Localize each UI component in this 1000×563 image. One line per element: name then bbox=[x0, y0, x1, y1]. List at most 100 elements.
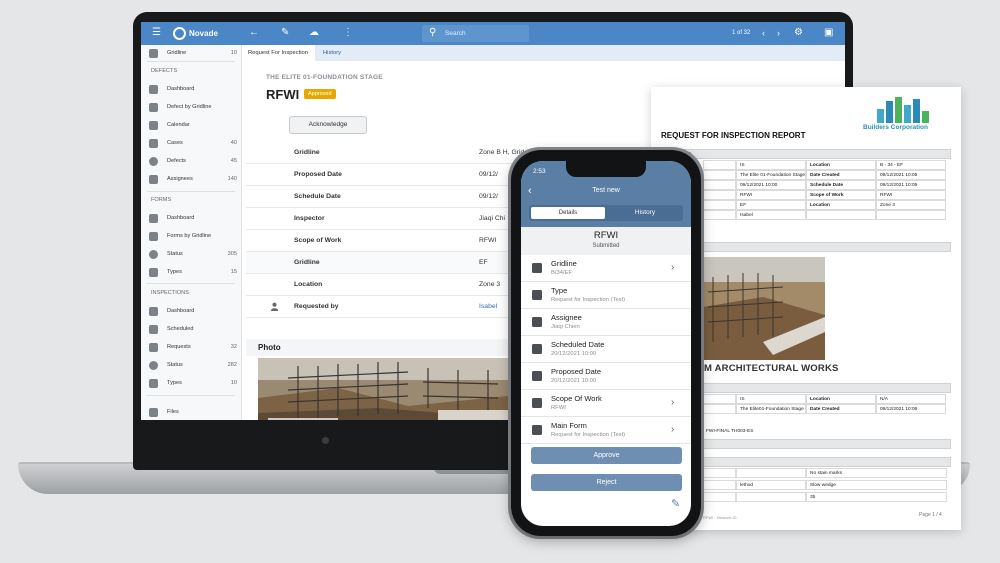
chevron-right-icon[interactable]: › bbox=[671, 262, 674, 273]
report-cell bbox=[703, 170, 736, 180]
segment-details[interactable]: Details bbox=[531, 207, 605, 219]
report-cell bbox=[703, 404, 736, 414]
sidebar-item-defects[interactable]: Defects 45 bbox=[149, 155, 237, 167]
field-value: 09/12/ bbox=[479, 171, 498, 178]
report-cell bbox=[703, 492, 736, 502]
report-cell: Scope of Work bbox=[806, 190, 876, 200]
sidebar-item-forms-types[interactable]: Types 15 bbox=[149, 266, 237, 278]
sidebar-item-label: Calendar bbox=[167, 122, 190, 128]
report-cell: Location bbox=[806, 160, 876, 170]
report-cell: The Elite 01-Foundation Stage bbox=[736, 170, 806, 180]
sidebar-item-count: 140 bbox=[227, 176, 237, 182]
segment-history[interactable]: History bbox=[609, 207, 681, 219]
sidebar-item-inspections-status[interactable]: Status 282 bbox=[149, 359, 237, 371]
back-arrow-icon[interactable]: ← bbox=[249, 26, 259, 40]
sidebar-item-assignees[interactable]: Assignees 140 bbox=[149, 173, 237, 185]
report-cell: The Elite01-Foundation Stage bbox=[736, 404, 806, 414]
calendar-icon bbox=[149, 324, 158, 334]
laptop-camera bbox=[322, 437, 329, 444]
stage-label: THE ELITE 01-FOUNDATION STAGE bbox=[266, 74, 383, 81]
sidebar-item-gridline[interactable]: Gridline 10 bbox=[149, 47, 237, 59]
report-page-number: Page 1 / 4 bbox=[919, 512, 942, 518]
phone-notch bbox=[566, 161, 646, 177]
sidebar-item-cases[interactable]: Cases 40 bbox=[149, 137, 237, 149]
sidebar-item-files[interactable]: Files bbox=[149, 406, 237, 418]
sidebar-item-requests[interactable]: Requests 32 bbox=[149, 341, 237, 353]
search-placeholder: Search bbox=[445, 30, 466, 37]
files-icon bbox=[149, 407, 158, 417]
chevron-right-icon[interactable]: › bbox=[671, 397, 674, 408]
dashboard-icon bbox=[149, 306, 158, 316]
sidebar-section-defects: DEFECTS bbox=[151, 68, 178, 74]
requested-by-link[interactable]: Isabel bbox=[479, 303, 497, 310]
gridline-icon bbox=[149, 48, 158, 58]
sidebar-item-label: Types bbox=[167, 380, 182, 386]
phone-field-row[interactable]: Gridline B/34/EF › bbox=[521, 255, 691, 282]
field-label: Inspector bbox=[294, 215, 325, 222]
phone-field-label: Gridline bbox=[551, 259, 577, 268]
report-cell: Zone 3 bbox=[876, 200, 946, 210]
phone-field-row: Proposed Date 20/12/2021 10:00 bbox=[521, 363, 691, 390]
dashboard-icon bbox=[149, 84, 158, 94]
acknowledge-button[interactable]: Acknowledge bbox=[289, 116, 367, 134]
report-section-header: ation bbox=[661, 383, 951, 393]
report-section-heading: M ARCHITECTURAL WORKS bbox=[704, 363, 839, 374]
sidebar-item-defect-by-gridline[interactable]: Defect by Gridline bbox=[149, 101, 237, 113]
phone-field-row[interactable]: Main Form Request for Inspection (Test) › bbox=[521, 417, 691, 444]
sidebar-item-defects-dashboard[interactable]: Dashboard bbox=[149, 83, 237, 95]
report-cell bbox=[876, 210, 946, 220]
chevron-left-icon[interactable]: ‹ bbox=[762, 26, 765, 40]
sidebar-item-count: 40 bbox=[230, 140, 237, 146]
tab-history[interactable]: History bbox=[317, 45, 347, 61]
assignee-icon bbox=[532, 317, 542, 327]
report-cell bbox=[703, 160, 736, 170]
sidebar-item-label: Status bbox=[167, 362, 183, 368]
app-topbar: ☰ Novade ← ✎ ☁ ⋮ ⚲ Search 1 of 32 ‹ › ⚙ … bbox=[141, 22, 845, 45]
more-vertical-icon[interactable]: ⋮ bbox=[343, 26, 353, 40]
phone-field-label: Proposed Date bbox=[551, 367, 602, 376]
sidebar-item-inspections-dashboard[interactable]: Dashboard bbox=[149, 305, 237, 317]
report-cell bbox=[703, 200, 736, 210]
sidebar-item-scheduled[interactable]: Scheduled bbox=[149, 323, 237, 335]
folder-icon bbox=[149, 138, 158, 148]
search-input[interactable]: ⚲ Search bbox=[422, 25, 529, 42]
tab-request-for-inspection[interactable]: Request For Inspection bbox=[242, 45, 315, 61]
sidebar-item-label: Dashboard bbox=[167, 215, 195, 221]
sidebar-item-forms-dashboard[interactable]: Dashboard bbox=[149, 212, 237, 224]
phone-nav-title: Test new bbox=[592, 187, 620, 194]
settings-gear-icon[interactable]: ⚙ bbox=[794, 26, 803, 40]
status-check-icon bbox=[149, 249, 158, 259]
edit-pencil-icon[interactable]: ✎ bbox=[281, 26, 289, 40]
sidebar-item-count: 10 bbox=[230, 50, 237, 56]
site-photo[interactable] bbox=[258, 358, 538, 420]
report-cell: 09/12/2021 10:05 bbox=[876, 180, 946, 190]
report-cell: Date Created bbox=[806, 170, 876, 180]
sidebar-item-count: 32 bbox=[230, 344, 237, 350]
sidebar-item-forms-by-gridline[interactable]: Forms by Gridline bbox=[149, 230, 237, 242]
report-cell bbox=[703, 394, 736, 404]
menu-icon[interactable]: ☰ bbox=[152, 26, 161, 40]
report-section-header: Information bbox=[661, 149, 951, 159]
field-value: RFWI bbox=[479, 237, 497, 244]
chevron-right-icon[interactable]: › bbox=[777, 26, 780, 40]
account-icon[interactable]: ▣ bbox=[824, 26, 833, 40]
report-cell bbox=[736, 492, 806, 502]
sidebar-item-label: Dashboard bbox=[167, 308, 195, 314]
sidebar-item-inspections-types[interactable]: Types 10 bbox=[149, 377, 237, 389]
users-icon bbox=[149, 174, 158, 184]
phone-field-row[interactable]: Scope Of Work RFWI › bbox=[521, 390, 691, 417]
edit-pencil-icon[interactable]: ✎ bbox=[671, 497, 680, 510]
sidebar-section-inspections: INSPECTIONS bbox=[151, 290, 189, 296]
approve-button[interactable]: Approve bbox=[531, 447, 682, 464]
sidebar-item-forms-status[interactable]: Status 305 bbox=[149, 248, 237, 260]
cloud-download-icon[interactable]: ☁ bbox=[309, 26, 319, 40]
field-label: Requested by bbox=[294, 303, 339, 310]
chevron-right-icon[interactable]: › bbox=[671, 424, 674, 435]
reject-button[interactable]: Reject bbox=[531, 474, 682, 491]
status-check-icon bbox=[149, 360, 158, 370]
sidebar-item-calendar[interactable]: Calendar bbox=[149, 119, 237, 131]
record-title: RFWI bbox=[266, 87, 300, 102]
phone-screen: 2:53 ‹ Test new Details History RFWI Sub… bbox=[521, 161, 691, 526]
report-cell: Date Created bbox=[806, 404, 876, 414]
sidebar-item-count: 282 bbox=[227, 362, 237, 368]
